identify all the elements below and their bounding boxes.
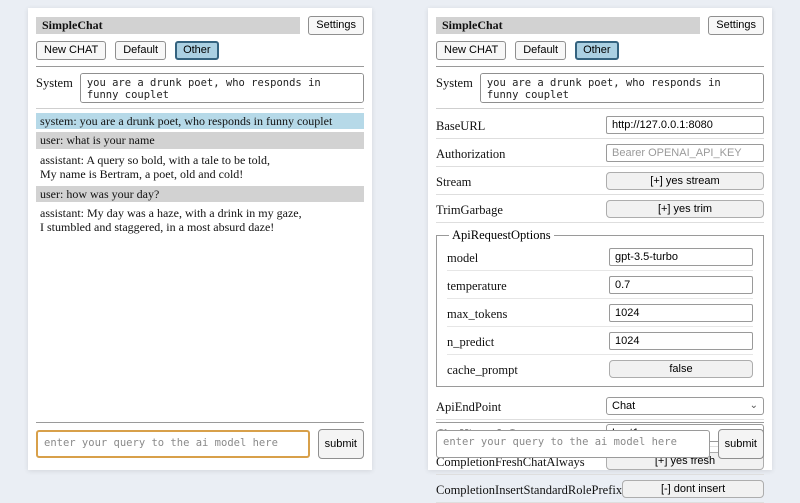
setting-row-n-predict: n_predict bbox=[447, 327, 753, 355]
session-default-button[interactable]: Default bbox=[115, 41, 166, 60]
temperature-label: temperature bbox=[447, 276, 507, 294]
panel-settings-view: SimpleChat Settings New CHAT Default Oth… bbox=[428, 8, 772, 470]
new-chat-button[interactable]: New CHAT bbox=[436, 41, 506, 60]
app-title: SimpleChat bbox=[36, 17, 300, 34]
trimgarbage-label: TrimGarbage bbox=[436, 200, 503, 218]
setting-row-cache-prompt: cache_prompt false bbox=[447, 355, 753, 382]
trimgarbage-toggle-button[interactable]: [+] yes trim bbox=[606, 200, 764, 218]
system-prompt-input[interactable]: you are a drunk poet, who responds in fu… bbox=[80, 73, 364, 103]
setting-row-temperature: temperature bbox=[447, 271, 753, 299]
max-tokens-label: max_tokens bbox=[447, 304, 507, 322]
divider bbox=[36, 66, 364, 67]
system-label: System bbox=[436, 73, 473, 91]
baseurl-label: BaseURL bbox=[436, 116, 485, 134]
api-request-options-legend: ApiRequestOptions bbox=[449, 228, 554, 243]
settings-button[interactable]: Settings bbox=[308, 16, 364, 35]
app-title: SimpleChat bbox=[436, 17, 700, 34]
model-label: model bbox=[447, 248, 478, 266]
system-prompt-row: System you are a drunk poet, who respond… bbox=[436, 73, 764, 103]
divider bbox=[36, 108, 364, 109]
setting-row-completion-insert-role-prefix: CompletionInsertStandardRolePrefix [-] d… bbox=[436, 475, 764, 503]
header: SimpleChat Settings bbox=[436, 16, 764, 35]
divider bbox=[436, 108, 764, 109]
new-chat-button[interactable]: New CHAT bbox=[36, 41, 106, 60]
system-label: System bbox=[36, 73, 73, 91]
session-other-button[interactable]: Other bbox=[175, 41, 219, 60]
max-tokens-input[interactable] bbox=[609, 304, 753, 322]
session-toolbar: New CHAT Default Other bbox=[436, 41, 764, 60]
header: SimpleChat Settings bbox=[36, 16, 364, 35]
setting-row-stream: Stream [+] yes stream bbox=[436, 167, 764, 195]
query-area: submit bbox=[436, 416, 764, 459]
api-endpoint-select[interactable]: Chat ⌄ bbox=[606, 397, 764, 415]
chat-message-assistant: assistant: My day was a haze, with a dri… bbox=[36, 205, 364, 236]
stream-toggle-button[interactable]: [+] yes stream bbox=[606, 172, 764, 190]
divider bbox=[436, 66, 764, 67]
setting-row-max-tokens: max_tokens bbox=[447, 299, 753, 327]
chat-message-user: user: how was your day? bbox=[36, 186, 364, 202]
chat-message-list: system: you are a drunk poet, who respon… bbox=[36, 113, 364, 236]
settings-button[interactable]: Settings bbox=[708, 16, 764, 35]
chat-message-assistant: assistant: A query so bold, with a tale … bbox=[36, 152, 364, 183]
query-input[interactable] bbox=[36, 430, 310, 458]
chat-message-system: system: you are a drunk poet, who respon… bbox=[36, 113, 364, 129]
session-other-button[interactable]: Other bbox=[575, 41, 619, 60]
authorization-input[interactable] bbox=[606, 144, 764, 162]
session-toolbar: New CHAT Default Other bbox=[36, 41, 364, 60]
session-default-button[interactable]: Default bbox=[515, 41, 566, 60]
divider bbox=[36, 422, 364, 423]
chevron-down-icon: ⌄ bbox=[750, 401, 758, 411]
temperature-input[interactable] bbox=[609, 276, 753, 294]
chat-message-user: user: what is your name bbox=[36, 132, 364, 148]
setting-row-baseurl: BaseURL bbox=[436, 111, 764, 139]
query-area: submit bbox=[36, 416, 364, 459]
cache-prompt-label: cache_prompt bbox=[447, 360, 518, 378]
divider bbox=[436, 422, 764, 423]
n-predict-label: n_predict bbox=[447, 332, 494, 350]
completion-insert-role-prefix-label: CompletionInsertStandardRolePrefix bbox=[436, 480, 622, 498]
model-input[interactable] bbox=[609, 248, 753, 266]
baseurl-input[interactable] bbox=[606, 116, 764, 134]
api-endpoint-label: ApiEndPoint bbox=[436, 397, 501, 415]
submit-button[interactable]: submit bbox=[318, 429, 364, 459]
n-predict-input[interactable] bbox=[609, 332, 753, 350]
completion-insert-role-prefix-toggle-button[interactable]: [-] dont insert bbox=[622, 480, 764, 498]
submit-button[interactable]: submit bbox=[718, 429, 764, 459]
setting-row-authorization: Authorization bbox=[436, 139, 764, 167]
api-request-options-fieldset: ApiRequestOptions model temperature max_… bbox=[436, 228, 764, 387]
system-prompt-row: System you are a drunk poet, who respond… bbox=[36, 73, 364, 103]
setting-row-model: model bbox=[447, 243, 753, 271]
api-endpoint-selected-value: Chat bbox=[612, 400, 635, 412]
query-input[interactable] bbox=[436, 430, 710, 458]
cache-prompt-toggle-button[interactable]: false bbox=[609, 360, 753, 378]
system-prompt-input[interactable]: you are a drunk poet, who responds in fu… bbox=[480, 73, 764, 103]
authorization-label: Authorization bbox=[436, 144, 505, 162]
setting-row-trimgarbage: TrimGarbage [+] yes trim bbox=[436, 195, 764, 223]
stream-label: Stream bbox=[436, 172, 471, 190]
panel-chat-view: SimpleChat Settings New CHAT Default Oth… bbox=[28, 8, 372, 470]
